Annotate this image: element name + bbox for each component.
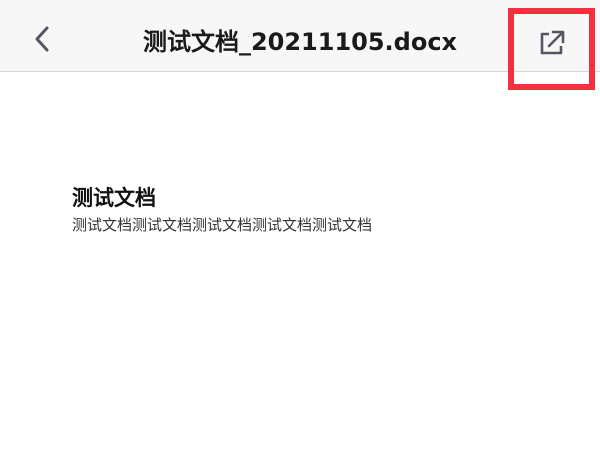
document-body-text: 测试文档测试文档测试文档测试文档测试文档 [72,216,373,234]
document-heading: 测试文档 [72,186,156,210]
back-button[interactable] [22,18,62,58]
document-content: 测试文档 测试文档测试文档测试文档测试文档测试文档 [72,184,572,236]
page-title: 测试文档_20211105.docx [142,28,458,56]
chevron-left-icon [35,26,49,52]
highlight-box [508,8,595,90]
